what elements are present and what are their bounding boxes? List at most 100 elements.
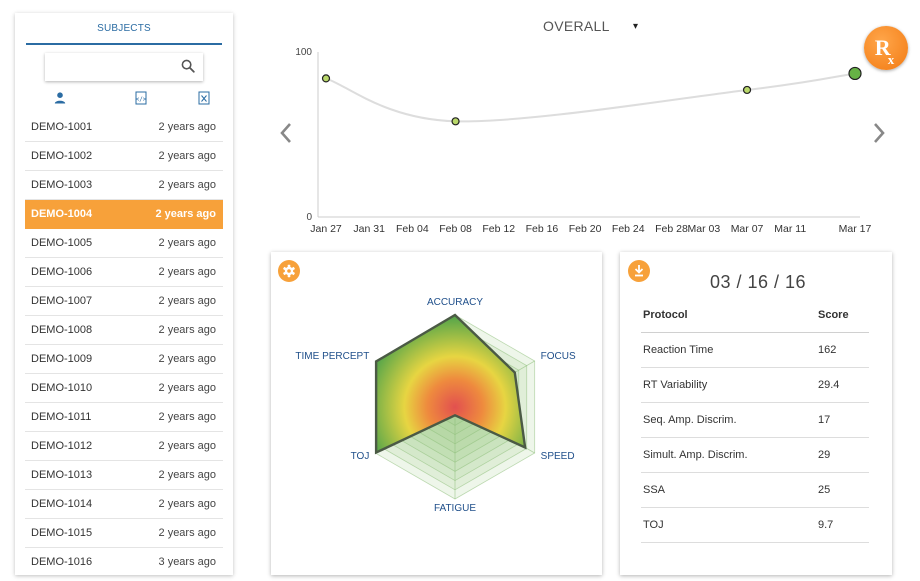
subject-id: DEMO-1001 bbox=[31, 121, 93, 133]
person-icon[interactable] bbox=[53, 91, 67, 105]
protocol-name: TOJ bbox=[643, 519, 664, 531]
subject-time: 2 years ago bbox=[158, 469, 216, 481]
subject-id: DEMO-1004 bbox=[31, 208, 93, 220]
x-tick-label: Mar 03 bbox=[688, 223, 721, 235]
protocol-score: 29.4 bbox=[818, 379, 840, 391]
score-table: Protocol Score Reaction Time 162 RT Variab… bbox=[641, 298, 869, 543]
subjects-panel: SUBJECTS </> DEMO-1001 2 years ago DEMO-10… bbox=[15, 13, 233, 575]
protocol-name: Simult. Amp. Discrim. bbox=[643, 449, 748, 461]
radar-card: ACCURACY FOCUS SPEED FATIGUE TOJ TIME PERCEPT bbox=[271, 252, 602, 575]
svg-text:</>: </> bbox=[136, 96, 147, 103]
subject-id: DEMO-1011 bbox=[31, 411, 92, 423]
subject-time: 2 years ago bbox=[158, 411, 216, 423]
y-tick-label: 100 bbox=[295, 47, 312, 58]
radar-axis-label: ACCURACY bbox=[426, 297, 484, 308]
subject-row[interactable]: DEMO-1014 2 years ago bbox=[25, 490, 223, 519]
subject-time: 2 years ago bbox=[158, 527, 216, 539]
score-date: 03 / 16 / 16 bbox=[709, 272, 807, 292]
subject-id: DEMO-1009 bbox=[31, 353, 93, 365]
score-column-header: Score bbox=[818, 309, 849, 321]
search-icon[interactable] bbox=[181, 59, 195, 73]
subject-id: DEMO-1002 bbox=[31, 150, 93, 162]
subject-id: DEMO-1010 bbox=[31, 382, 93, 394]
x-tick-label: Jan 31 bbox=[353, 223, 385, 235]
subject-id: DEMO-1007 bbox=[31, 295, 93, 307]
search-input[interactable] bbox=[45, 53, 175, 81]
filter-row: </> bbox=[26, 89, 222, 109]
subject-row[interactable]: DEMO-1005 2 years ago bbox=[25, 229, 223, 258]
subject-time: 2 years ago bbox=[158, 179, 216, 191]
subject-id: DEMO-1013 bbox=[31, 469, 93, 481]
subject-row[interactable]: DEMO-1011 2 years ago bbox=[25, 403, 223, 432]
subject-row[interactable]: DEMO-1007 2 years ago bbox=[25, 287, 223, 316]
subject-row[interactable]: DEMO-1010 2 years ago bbox=[25, 374, 223, 403]
x-tick-label: Feb 20 bbox=[569, 223, 602, 235]
excel-file-icon[interactable] bbox=[197, 91, 211, 105]
protocol-name: Reaction Time bbox=[643, 344, 714, 356]
score-row: Simult. Amp. Discrim. 29 bbox=[641, 438, 869, 473]
subjects-tab[interactable]: SUBJECTS bbox=[26, 13, 222, 45]
subject-row[interactable]: DEMO-1015 2 years ago bbox=[25, 519, 223, 548]
subject-row[interactable]: DEMO-1002 2 years ago bbox=[25, 142, 223, 171]
subject-id: DEMO-1016 bbox=[31, 556, 93, 568]
subject-id: DEMO-1003 bbox=[31, 179, 93, 191]
x-tick-label: Feb 28 bbox=[655, 223, 688, 235]
chevron-down-icon[interactable]: ▾ bbox=[633, 21, 638, 32]
subject-time: 2 years ago bbox=[158, 498, 216, 510]
protocol-name: SSA bbox=[643, 484, 666, 496]
protocol-score: 9.7 bbox=[818, 519, 834, 531]
code-file-icon[interactable]: </> bbox=[134, 91, 148, 105]
overall-series-line bbox=[325, 72, 856, 123]
score-row: RT Variability 29.4 bbox=[641, 368, 869, 403]
protocol-score: 29 bbox=[818, 449, 831, 461]
subject-row[interactable]: DEMO-1016 3 years ago bbox=[25, 548, 223, 575]
subject-row[interactable]: DEMO-1009 2 years ago bbox=[25, 345, 223, 374]
data-point[interactable] bbox=[848, 66, 862, 81]
score-row: SSA 25 bbox=[641, 473, 869, 508]
x-tick-label: Mar 07 bbox=[731, 223, 764, 235]
subject-list: DEMO-1001 2 years ago DEMO-1002 2 years ago… bbox=[25, 113, 223, 575]
x-tick-label: Feb 24 bbox=[612, 223, 645, 235]
subject-time: 2 years ago bbox=[158, 440, 216, 452]
subject-time: 2 years ago bbox=[158, 237, 216, 249]
data-point[interactable] bbox=[321, 74, 331, 83]
x-tick-label: Mar 17 bbox=[839, 223, 872, 235]
data-point[interactable] bbox=[742, 85, 752, 95]
x-tick-label: Mar 11 bbox=[774, 223, 806, 235]
subject-time: 2 years ago bbox=[158, 150, 216, 162]
protocol-score: 17 bbox=[818, 414, 831, 426]
subject-time: 2 years ago bbox=[155, 208, 216, 220]
subject-time: 2 years ago bbox=[158, 266, 216, 278]
radar-axis-label: FATIGUE bbox=[433, 503, 477, 514]
subject-row[interactable]: DEMO-1004 2 years ago bbox=[25, 200, 223, 229]
protocol-name: Seq. Amp. Discrim. bbox=[643, 414, 737, 426]
subject-time: 3 years ago bbox=[158, 556, 216, 568]
subject-time: 2 years ago bbox=[158, 295, 216, 307]
metric-select[interactable]: OVERALL bbox=[543, 18, 610, 34]
subject-id: DEMO-1005 bbox=[31, 237, 93, 249]
subject-id: DEMO-1014 bbox=[31, 498, 93, 510]
subject-row[interactable]: DEMO-1006 2 years ago bbox=[25, 258, 223, 287]
subject-row[interactable]: DEMO-1001 2 years ago bbox=[25, 113, 223, 142]
protocol-column-header: Protocol bbox=[643, 309, 688, 321]
protocol-score: 25 bbox=[818, 484, 831, 496]
subject-row[interactable]: DEMO-1012 2 years ago bbox=[25, 432, 223, 461]
subject-id: DEMO-1012 bbox=[31, 440, 93, 452]
score-table-header: Protocol Score bbox=[641, 298, 869, 333]
data-point[interactable] bbox=[451, 117, 460, 126]
subject-row[interactable]: DEMO-1013 2 years ago bbox=[25, 461, 223, 490]
scores-card: 03 / 16 / 16 Protocol Score Reaction Tim… bbox=[620, 252, 892, 575]
subject-time: 2 years ago bbox=[158, 382, 216, 394]
x-tick-label: Feb 12 bbox=[482, 223, 515, 235]
subject-row[interactable]: DEMO-1008 2 years ago bbox=[25, 316, 223, 345]
y-tick-label: 0 bbox=[306, 212, 312, 223]
subject-id: DEMO-1015 bbox=[31, 527, 93, 539]
x-tick-label: Feb 16 bbox=[526, 223, 559, 235]
score-row: Seq. Amp. Discrim. 17 bbox=[641, 403, 869, 438]
subject-id: DEMO-1008 bbox=[31, 324, 93, 336]
subject-row[interactable]: DEMO-1003 2 years ago bbox=[25, 171, 223, 200]
x-tick-label: Feb 08 bbox=[439, 223, 472, 235]
subject-time: 2 years ago bbox=[158, 121, 216, 133]
protocol-score: 162 bbox=[818, 344, 837, 356]
protocol-name: RT Variability bbox=[643, 379, 708, 391]
